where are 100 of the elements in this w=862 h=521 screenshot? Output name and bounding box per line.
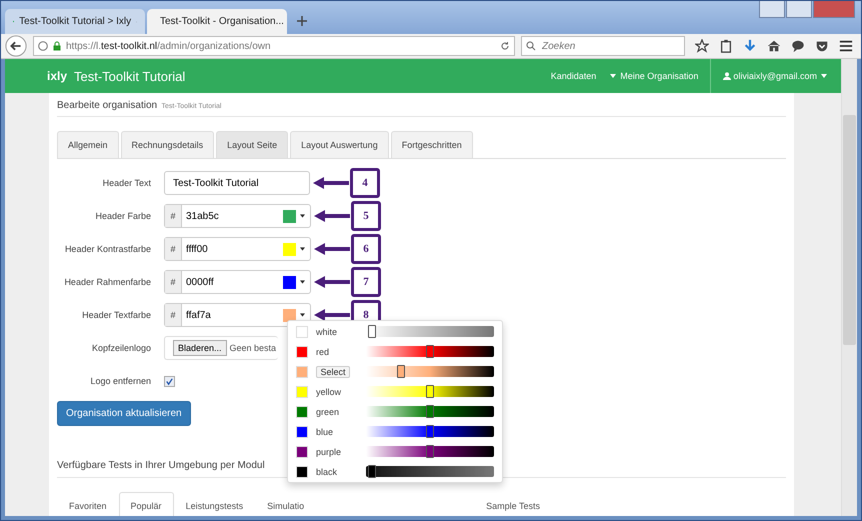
file-field[interactable]: Bladeren... Geen besta [164,336,278,360]
shade-slider[interactable] [366,446,494,457]
color-swatch[interactable] [296,426,308,438]
color-field[interactable]: # ffff00 [164,237,311,261]
slider-thumb[interactable] [426,345,434,358]
url-text: https://l.test-toolkit.nl/admin/organizations/own [66,40,271,52]
tab[interactable]: Fortgeschritten [390,131,473,158]
shade-slider[interactable] [366,466,494,477]
shade-slider[interactable] [366,406,494,417]
browser-tab[interactable]: Test-Toolkit Tutorial > Ixly [5,9,145,34]
color-swatch[interactable] [283,276,296,288]
callout-arrow [313,308,351,322]
shade-slider[interactable] [366,326,494,337]
color-swatch[interactable] [296,466,308,478]
color-field[interactable]: # 0000ff [164,270,311,294]
info-icon [38,41,48,51]
caret-icon [610,74,616,78]
input-field[interactable]: Test-Toolkit Tutorial [164,171,310,195]
home-icon[interactable] [767,39,781,53]
callout-badge: 5 [351,201,381,231]
maximize-button[interactable] [786,1,812,18]
lock-icon [52,41,62,51]
chat-icon[interactable] [791,39,805,53]
color-swatch[interactable] [283,242,296,256]
download-icon[interactable] [743,39,757,53]
page-heading: Bearbeite organisation [57,100,158,111]
menu-icon[interactable] [839,39,853,53]
color-swatch[interactable] [296,346,308,358]
hash-addon: # [165,238,182,260]
callout-arrow [313,275,351,289]
color-swatch[interactable] [296,386,308,398]
slider-thumb[interactable] [397,365,406,378]
field-label: Logo entfernen [89,376,151,386]
caret-icon[interactable] [300,313,305,317]
slider-thumb[interactable] [426,425,434,438]
caret-icon[interactable] [300,280,305,284]
color-field[interactable]: # 31ab5c [164,204,311,228]
file-name: Geen besta [230,343,276,353]
shade-slider[interactable] [366,426,494,437]
color-swatch[interactable] [296,366,308,378]
tab[interactable]: Layout Seite [216,131,288,158]
select-button[interactable]: Select [316,366,350,378]
color-name: white [316,326,338,336]
color-swatch[interactable] [283,308,296,322]
user-icon [723,72,732,80]
callout-badge: 6 [351,234,381,264]
checkbox[interactable] [164,376,175,386]
browser-tab[interactable]: Test-Toolkit - Organisation... [147,9,287,34]
minimize-button[interactable] [759,1,785,18]
submit-button[interactable]: Organisation aktualisieren [57,401,191,426]
callout-arrow [312,176,350,190]
slider-thumb[interactable] [368,325,376,338]
tab[interactable]: Leistungstests [174,492,256,516]
color-name: yellow [316,386,342,396]
shade-slider[interactable] [366,386,494,397]
tab[interactable]: Simulatio [255,492,316,516]
back-icon[interactable] [5,35,27,57]
search-field[interactable]: Zoeken [521,36,685,56]
field-label: Kopfzeilenlogo [90,343,151,353]
star-icon[interactable] [695,39,709,53]
color-field[interactable]: # ffaf7a [164,303,311,327]
color-swatch[interactable] [296,406,308,418]
slider-thumb[interactable] [426,445,434,458]
slider-thumb[interactable] [426,405,434,418]
address-bar[interactable]: https://l.test-toolkit.nl/admin/organizations/own [33,36,515,56]
tab[interactable]: Allgemein [57,131,119,158]
callout-arrow [313,209,351,223]
caret-icon[interactable] [300,214,305,218]
tab[interactable]: Rechnungsdetails [120,131,214,158]
caret-icon[interactable] [300,247,305,251]
callout-badge: 7 [351,267,381,297]
tab[interactable]: Sample Tests [474,492,552,516]
tab[interactable]: Layout Auswertung [290,131,389,158]
shade-slider[interactable] [366,366,494,377]
color-name: green [316,406,340,416]
tab[interactable]: Favoriten [57,492,119,516]
color-swatch[interactable] [283,210,296,222]
color-name: red [316,346,330,356]
shade-slider[interactable] [366,346,494,357]
slider-thumb[interactable] [426,385,434,398]
callout-arrow [313,242,351,256]
color-swatch[interactable] [296,446,308,458]
search-icon [526,41,536,51]
color-name: purple [316,446,342,456]
field-label: Header Rahmenfarbe [63,277,151,287]
reload-icon[interactable] [500,41,510,51]
scrollbar[interactable] [841,59,857,516]
callout-badge: 4 [350,168,380,198]
browse-button[interactable]: Bladeren... [173,340,227,356]
hash-addon: # [165,271,182,293]
slider-thumb[interactable] [368,465,376,478]
field-label: Header Text [102,178,151,188]
new-tab-icon[interactable] [297,16,307,26]
color-swatch[interactable] [296,326,308,338]
color-name: blue [316,426,334,436]
clipboard-icon[interactable] [719,39,733,53]
field-label: Header Farbe [94,211,151,221]
caret-icon [821,74,827,78]
tab[interactable]: Populär [118,492,174,516]
pocket-icon[interactable] [815,39,829,53]
